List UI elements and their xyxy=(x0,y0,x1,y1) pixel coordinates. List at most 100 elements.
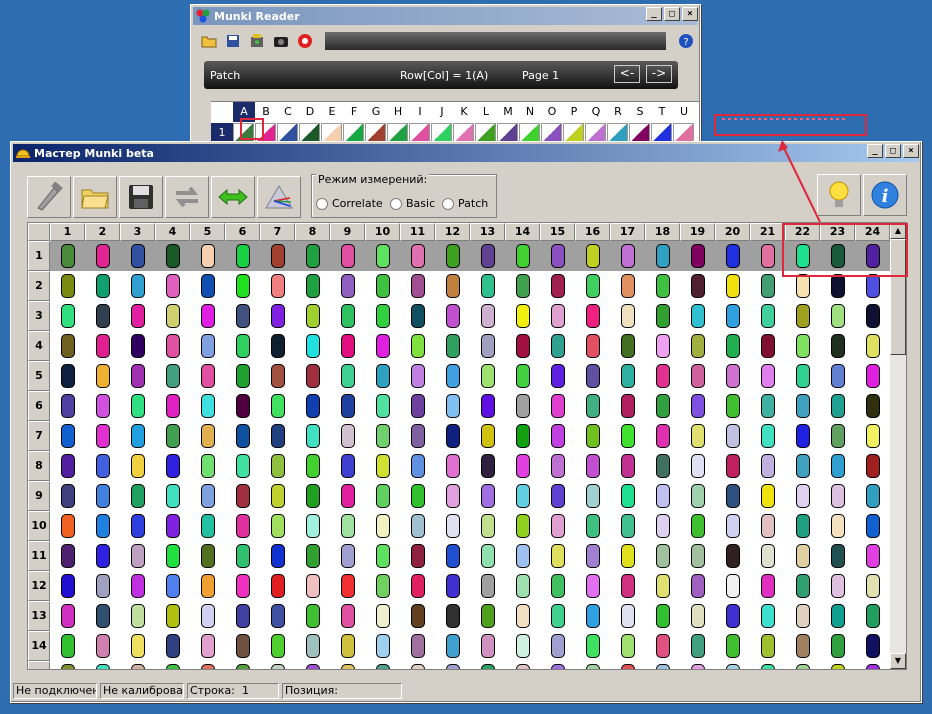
color-patch[interactable] xyxy=(551,394,565,418)
row-header-9[interactable]: 9 xyxy=(28,481,50,511)
color-patch[interactable] xyxy=(726,394,740,418)
color-patch[interactable] xyxy=(376,364,390,388)
color-patch[interactable] xyxy=(586,544,600,568)
color-patch[interactable] xyxy=(691,394,705,418)
color-patch[interactable] xyxy=(236,574,250,598)
color-patch[interactable] xyxy=(761,334,775,358)
color-patch[interactable] xyxy=(621,514,635,538)
row-header-4[interactable]: 4 xyxy=(28,331,50,361)
color-patch[interactable] xyxy=(621,664,635,669)
color-patch[interactable] xyxy=(236,664,250,669)
color-patch[interactable] xyxy=(166,244,180,268)
caliper-icon[interactable] xyxy=(27,176,71,218)
color-patch[interactable] xyxy=(726,304,740,328)
color-patch[interactable] xyxy=(656,514,670,538)
color-patch[interactable] xyxy=(586,454,600,478)
color-patch[interactable] xyxy=(761,544,775,568)
color-patch[interactable] xyxy=(831,274,845,298)
row-header-10[interactable]: 10 xyxy=(28,511,50,541)
color-patch[interactable] xyxy=(551,484,565,508)
row-header-7[interactable]: 7 xyxy=(28,421,50,451)
color-patch[interactable] xyxy=(446,634,460,658)
color-patch[interactable] xyxy=(96,544,110,568)
color-patch[interactable] xyxy=(271,484,285,508)
color-patch[interactable] xyxy=(551,454,565,478)
color-patch[interactable] xyxy=(481,544,495,568)
color-patch[interactable] xyxy=(341,424,355,448)
column-header-20[interactable]: 20 xyxy=(715,223,750,241)
color-patch[interactable] xyxy=(656,574,670,598)
color-patch[interactable] xyxy=(551,664,565,669)
prev-page-button[interactable]: <- xyxy=(614,65,640,83)
reader-patch-K1[interactable] xyxy=(453,123,474,143)
color-patch[interactable] xyxy=(271,334,285,358)
color-patch[interactable] xyxy=(726,454,740,478)
color-patch[interactable] xyxy=(306,244,320,268)
color-patch[interactable] xyxy=(831,574,845,598)
color-patch[interactable] xyxy=(166,364,180,388)
color-patch[interactable] xyxy=(481,574,495,598)
color-patch[interactable] xyxy=(166,304,180,328)
color-patch[interactable] xyxy=(761,514,775,538)
color-patch[interactable] xyxy=(866,274,880,298)
color-patch[interactable] xyxy=(656,394,670,418)
color-patch[interactable] xyxy=(796,574,810,598)
color-patch[interactable] xyxy=(621,334,635,358)
color-patch[interactable] xyxy=(341,574,355,598)
color-patch[interactable] xyxy=(341,364,355,388)
color-patch[interactable] xyxy=(271,634,285,658)
color-patch[interactable] xyxy=(446,544,460,568)
color-patch[interactable] xyxy=(131,334,145,358)
color-patch[interactable] xyxy=(236,634,250,658)
color-patch[interactable] xyxy=(96,274,110,298)
color-patch[interactable] xyxy=(866,544,880,568)
color-patch[interactable] xyxy=(271,544,285,568)
color-patch[interactable] xyxy=(61,664,75,669)
reader-patch-P1[interactable] xyxy=(563,123,584,143)
color-patch[interactable] xyxy=(236,514,250,538)
color-patch[interactable] xyxy=(796,484,810,508)
color-patch[interactable] xyxy=(446,514,460,538)
color-patch[interactable] xyxy=(446,274,460,298)
color-patch[interactable] xyxy=(726,544,740,568)
column-header-14[interactable]: 14 xyxy=(505,223,540,241)
help-icon[interactable]: ? xyxy=(676,31,696,51)
color-patch[interactable] xyxy=(586,274,600,298)
color-patch[interactable] xyxy=(656,274,670,298)
color-patch[interactable] xyxy=(691,274,705,298)
color-patch[interactable] xyxy=(761,604,775,628)
color-patch[interactable] xyxy=(796,514,810,538)
color-patch[interactable] xyxy=(96,664,110,669)
color-patch[interactable] xyxy=(411,454,425,478)
close-button[interactable]: × xyxy=(682,7,698,21)
color-patch[interactable] xyxy=(656,634,670,658)
column-header-2[interactable]: 2 xyxy=(85,223,120,241)
color-patch[interactable] xyxy=(341,454,355,478)
color-patch[interactable] xyxy=(411,664,425,669)
color-patch[interactable] xyxy=(726,424,740,448)
color-patch[interactable] xyxy=(691,514,705,538)
color-patch[interactable] xyxy=(96,514,110,538)
color-patch[interactable] xyxy=(586,244,600,268)
color-patch[interactable] xyxy=(866,454,880,478)
color-patch[interactable] xyxy=(691,634,705,658)
color-patch[interactable] xyxy=(376,484,390,508)
column-header-12[interactable]: 12 xyxy=(435,223,470,241)
color-patch[interactable] xyxy=(61,394,75,418)
color-patch[interactable] xyxy=(656,454,670,478)
color-patch[interactable] xyxy=(236,484,250,508)
color-patch[interactable] xyxy=(726,364,740,388)
color-patch[interactable] xyxy=(481,484,495,508)
color-patch[interactable] xyxy=(271,274,285,298)
row-header-11[interactable]: 11 xyxy=(28,541,50,571)
color-patch[interactable] xyxy=(761,244,775,268)
color-patch[interactable] xyxy=(446,574,460,598)
color-patch[interactable] xyxy=(551,304,565,328)
color-patch[interactable] xyxy=(201,634,215,658)
color-patch[interactable] xyxy=(621,544,635,568)
color-patch[interactable] xyxy=(761,634,775,658)
color-patch[interactable] xyxy=(61,574,75,598)
color-patch[interactable] xyxy=(411,244,425,268)
color-patch[interactable] xyxy=(61,364,75,388)
color-patch[interactable] xyxy=(621,274,635,298)
